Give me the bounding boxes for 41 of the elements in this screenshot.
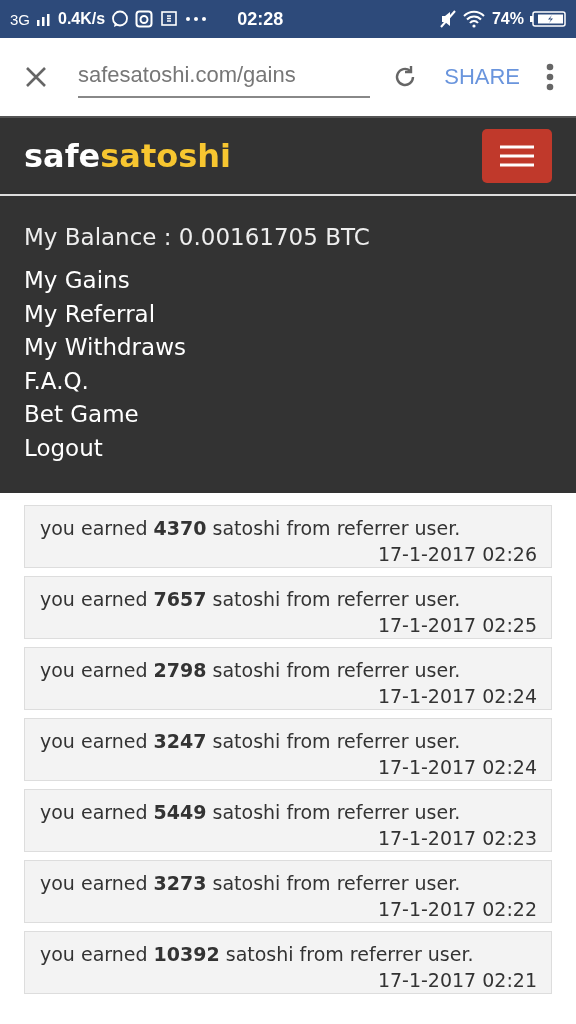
network-speed: 0.4K/s <box>58 10 106 28</box>
log-time: 17-1-2017 02:24 <box>377 755 537 780</box>
balance-text: My Balance : 0.00161705 BTC <box>24 224 370 250</box>
menu-item[interactable]: F.A.Q. <box>24 364 89 398</box>
more-icon <box>546 63 554 91</box>
log-message: you earned 10392 satoshi from referrer user. <box>40 942 475 967</box>
screenshot-icon <box>159 10 180 28</box>
log-time: 17-1-2017 02:24 <box>377 684 537 709</box>
battery-icon <box>530 11 566 27</box>
menu-button[interactable] <box>482 129 552 183</box>
log-time: 17-1-2017 02:22 <box>377 897 537 922</box>
log-message: you earned 3273 satoshi from referrer user. <box>40 871 462 896</box>
menu-item[interactable]: Bet Game <box>24 398 139 432</box>
log-time: 17-1-2017 02:23 <box>377 826 537 851</box>
menu-item[interactable]: My Gains <box>24 264 130 298</box>
chat-bubble-icon <box>111 10 130 28</box>
network-type: 3G <box>10 10 30 28</box>
mute-icon <box>439 10 456 28</box>
log-message: you earned 2798 satoshi from referrer user. <box>40 658 462 683</box>
camera-icon <box>135 10 154 28</box>
log-message: you earned 5449 satoshi from referrer user. <box>40 800 462 825</box>
log-message: you earned 7657 satoshi from referrer user. <box>40 587 462 612</box>
more-icon <box>185 16 208 22</box>
wifi-icon <box>461 10 486 28</box>
logo[interactable]: safesatoshi <box>24 137 231 175</box>
clock: 02:28 <box>237 8 284 30</box>
battery-percent: 74% <box>491 10 524 28</box>
log-message: you earned 4370 satoshi from referrer user. <box>40 516 462 541</box>
close-button[interactable] <box>24 65 48 89</box>
menu-button[interactable] <box>546 63 554 91</box>
menu-item[interactable]: My Referral <box>24 297 156 331</box>
log-message: you earned 3247 satoshi from referrer user. <box>40 729 462 754</box>
menu-item[interactable]: My Withdraws <box>24 331 186 365</box>
close-icon <box>24 65 48 89</box>
log-time: 17-1-2017 02:25 <box>377 613 537 638</box>
url-field[interactable]: safesatoshi.com/gains <box>78 56 371 98</box>
log-time: 17-1-2017 02:26 <box>377 542 537 567</box>
log-time: 17-1-2017 02:21 <box>377 968 537 993</box>
menu-icon <box>499 144 535 168</box>
signal-icon <box>36 12 52 26</box>
menu-item[interactable]: Logout <box>24 431 103 465</box>
